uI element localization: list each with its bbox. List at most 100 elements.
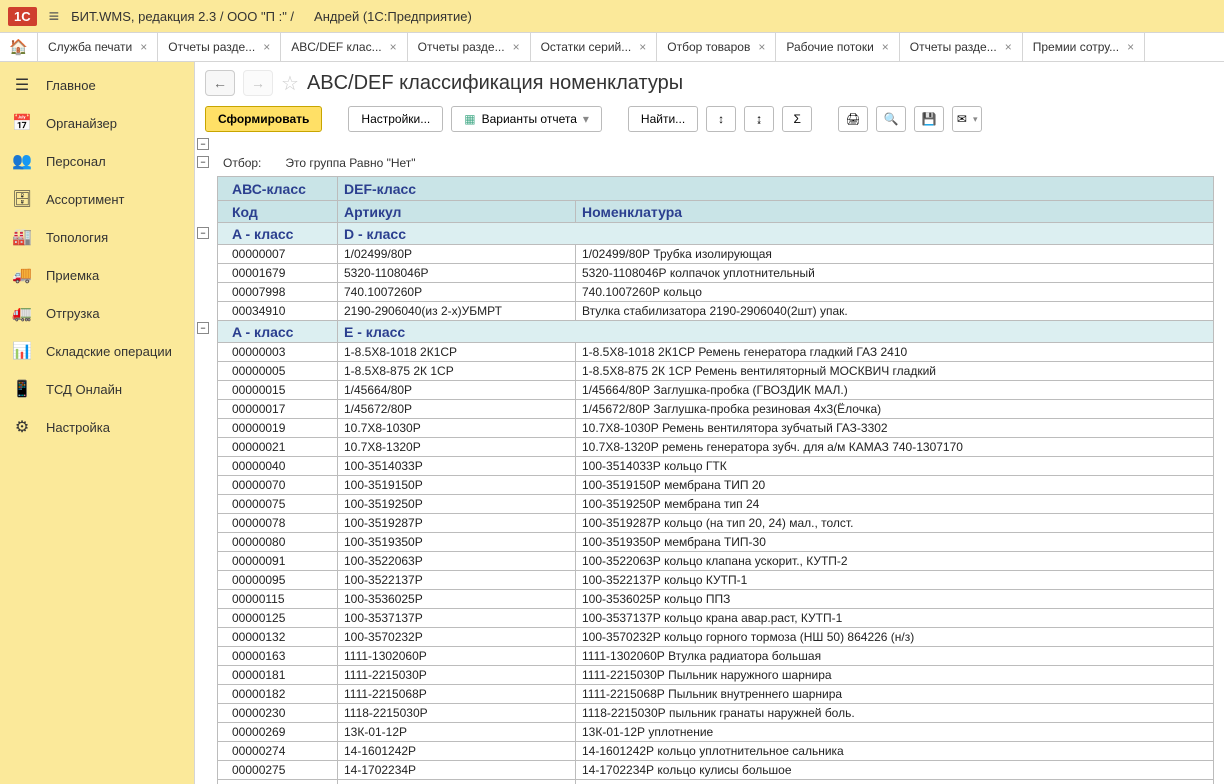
table-row[interactable]: 000001631111-1302060Р1111-1302060Р Втулк… xyxy=(218,647,1214,666)
filter-text: Это группа Равно "Нет" xyxy=(285,156,415,170)
settings-button[interactable]: Настройки... xyxy=(348,106,443,132)
save-button[interactable]: 💾 xyxy=(914,106,944,132)
sidebar-label: Ассортимент xyxy=(46,192,125,207)
tab-3[interactable]: Отчеты разде...× xyxy=(408,33,531,61)
home-tab[interactable]: 🏠 xyxy=(0,33,38,61)
sidebar-item-6[interactable]: 🚛Отгрузка xyxy=(0,294,194,332)
sidebar-label: Главное xyxy=(46,78,96,93)
sidebar-icon: 👥 xyxy=(12,151,32,171)
sidebar-label: Складские операции xyxy=(46,344,172,359)
table-row[interactable]: 00000132100-3570232Р100-3570232Р кольцо … xyxy=(218,628,1214,647)
sidebar-item-1[interactable]: 📅Органайзер xyxy=(0,104,194,142)
group-row[interactable]: A - классE - класс xyxy=(218,321,1214,343)
generate-button[interactable]: Сформировать xyxy=(205,106,322,132)
sidebar-icon: 🏭 xyxy=(12,227,32,247)
tab-7[interactable]: Отчеты разде...× xyxy=(900,33,1023,61)
tabbar: 🏠 Служба печати×Отчеты разде...×ABC/DEF … xyxy=(0,32,1224,62)
filter-label: Отбор: xyxy=(223,156,261,170)
collapse-rows-button[interactable]: ↨ xyxy=(744,106,774,132)
sidebar-item-3[interactable]: 🗄Ассортимент xyxy=(0,180,194,218)
table-row[interactable]: 00000091100-3522063Р100-3522063Р кольцо … xyxy=(218,552,1214,571)
favorite-star-icon[interactable]: ☆ xyxy=(281,71,299,96)
table-row[interactable]: 000000071/02499/80Р1/02499/80Р Трубка из… xyxy=(218,245,1214,264)
page-title: ABC/DEF классификация номенклатуры xyxy=(307,72,683,95)
tab-0[interactable]: Служба печати× xyxy=(38,33,158,61)
tab-close-icon[interactable]: × xyxy=(1005,40,1012,54)
table-row[interactable]: 000001811111-2215030Р1111-2215030Р Пыльн… xyxy=(218,666,1214,685)
sidebar-icon: 📊 xyxy=(12,341,32,361)
tab-close-icon[interactable]: × xyxy=(882,40,889,54)
table-row[interactable]: 000000051-8.5Х8-875 2К 1СР1-8.5Х8-875 2К… xyxy=(218,362,1214,381)
table-row[interactable]: 000000151/45664/80Р1/45664/80Р Заглушка-… xyxy=(218,381,1214,400)
table-row[interactable]: 00000125100-3537137Р100-3537137Р кольцо … xyxy=(218,609,1214,628)
logo-1c: 1С xyxy=(8,7,37,26)
tab-close-icon[interactable]: × xyxy=(758,40,765,54)
table-row[interactable]: 000000171/45672/80Р1/45672/80Р Заглушка-… xyxy=(218,400,1214,419)
sidebar-icon: 📱 xyxy=(12,379,32,399)
sidebar-item-2[interactable]: 👥Персонал xyxy=(0,142,194,180)
sidebar-icon: ⚙ xyxy=(12,417,32,437)
table-row[interactable]: 00000040100-3514033Р100-3514033Р кольцо … xyxy=(218,457,1214,476)
table-row[interactable]: 00007998740.1007260Р740.1007260Р кольцо xyxy=(218,283,1214,302)
table-row[interactable]: 0000002110.7Х8-1320Р10.7Х8-1320Р ремень … xyxy=(218,438,1214,457)
sum-button[interactable]: Σ xyxy=(782,106,812,132)
print-button[interactable]: 🖨 xyxy=(838,106,868,132)
table-row[interactable]: 0000028915.1771056-10Р15.1771056-10Р ман… xyxy=(218,780,1214,784)
table-row[interactable]: 000349102190-2906040(из 2-х)УБМРТВтулка … xyxy=(218,302,1214,321)
tab-8[interactable]: Премии сотру...× xyxy=(1023,33,1145,61)
col-nomenclature: Номенклатура xyxy=(576,201,1214,223)
table-row[interactable]: 000016795320-1108046Р5320-1108046Р колпа… xyxy=(218,264,1214,283)
collapse-filter-icon[interactable]: − xyxy=(197,156,209,168)
table-row[interactable]: 000002301118-2215030Р1118-2215030Р пыльн… xyxy=(218,704,1214,723)
tab-2[interactable]: ABC/DEF клас...× xyxy=(281,33,407,61)
table-row[interactable]: 00000080100-3519350Р100-3519350Р мембран… xyxy=(218,533,1214,552)
sidebar-label: Отгрузка xyxy=(46,306,100,321)
col-article: Артикул xyxy=(338,201,576,223)
tab-close-icon[interactable]: × xyxy=(263,40,270,54)
group-toggle[interactable]: − xyxy=(197,227,209,239)
tab-close-icon[interactable]: × xyxy=(513,40,520,54)
table-row[interactable]: 00000070100-3519150Р100-3519150Р мембран… xyxy=(218,476,1214,495)
tab-5[interactable]: Отбор товаров× xyxy=(657,33,776,61)
sidebar-item-5[interactable]: 🚚Приемка xyxy=(0,256,194,294)
table-row[interactable]: 00000075100-3519250Р100-3519250Р мембран… xyxy=(218,495,1214,514)
table-row[interactable]: 000000031-8.5Х8-1018 2К1СР1-8.5Х8-1018 2… xyxy=(218,343,1214,362)
table-row[interactable]: 0000026913К-01-12Р13К-01-12Р уплотнение xyxy=(218,723,1214,742)
sidebar: ☰Главное📅Органайзер👥Персонал🗄Ассортимент… xyxy=(0,62,194,784)
hamburger-icon[interactable]: ≡ xyxy=(49,6,60,27)
sidebar-item-9[interactable]: ⚙Настройка xyxy=(0,408,194,446)
group-toggle[interactable]: − xyxy=(197,322,209,334)
preview-button[interactable]: 🔍 xyxy=(876,106,906,132)
col-abc-class: АВС-класс xyxy=(218,177,338,201)
tab-close-icon[interactable]: × xyxy=(639,40,646,54)
nav-back-button[interactable]: ← xyxy=(205,70,235,96)
tab-6[interactable]: Рабочие потоки× xyxy=(776,33,899,61)
nav-forward-button[interactable]: → xyxy=(243,70,273,96)
tab-close-icon[interactable]: × xyxy=(140,40,147,54)
table-row[interactable]: 000001821111-2215068Р1111-2215068Р Пыльн… xyxy=(218,685,1214,704)
sidebar-icon: 🚚 xyxy=(12,265,32,285)
tab-1[interactable]: Отчеты разде...× xyxy=(158,33,281,61)
report-variants-button[interactable]: ▦Варианты отчета▾ xyxy=(451,106,602,132)
tab-close-icon[interactable]: × xyxy=(390,40,397,54)
tab-4[interactable]: Остатки серий...× xyxy=(531,33,658,61)
sidebar-item-7[interactable]: 📊 Складские операции xyxy=(0,332,194,370)
sidebar-item-8[interactable]: 📱ТСД Онлайн xyxy=(0,370,194,408)
report-grid[interactable]: АВС-класс DEF-класс Код Артикул Номенкла… xyxy=(195,176,1224,784)
table-row[interactable]: 00000095100-3522137Р100-3522137Р кольцо … xyxy=(218,571,1214,590)
content-area: ← → ☆ ABC/DEF классификация номенклатуры… xyxy=(194,62,1224,784)
table-row[interactable]: 0000001910.7Х8-1030Р10.7Х8-1030Р Ремень … xyxy=(218,419,1214,438)
find-button[interactable]: Найти... xyxy=(628,106,698,132)
mail-button[interactable]: ✉ ▾ xyxy=(952,106,982,132)
sidebar-item-4[interactable]: 🏭Топология xyxy=(0,218,194,256)
collapse-all-icon[interactable]: − xyxy=(197,138,209,150)
tab-close-icon[interactable]: × xyxy=(1127,40,1134,54)
table-row[interactable]: 0000027414-1601242Р14-1601242Р кольцо уп… xyxy=(218,742,1214,761)
table-row[interactable]: 0000027514-1702234Р14-1702234Р кольцо ку… xyxy=(218,761,1214,780)
sidebar-item-0[interactable]: ☰Главное xyxy=(0,66,194,104)
expand-rows-button[interactable]: ↕ xyxy=(706,106,736,132)
table-row[interactable]: 00000078100-3519287Р100-3519287Р кольцо … xyxy=(218,514,1214,533)
table-row[interactable]: 00000115100-3536025Р100-3536025Р кольцо … xyxy=(218,590,1214,609)
group-row[interactable]: A - классD - класс xyxy=(218,223,1214,245)
filter-row: Отбор: Это группа Равно "Нет" xyxy=(195,138,1224,176)
